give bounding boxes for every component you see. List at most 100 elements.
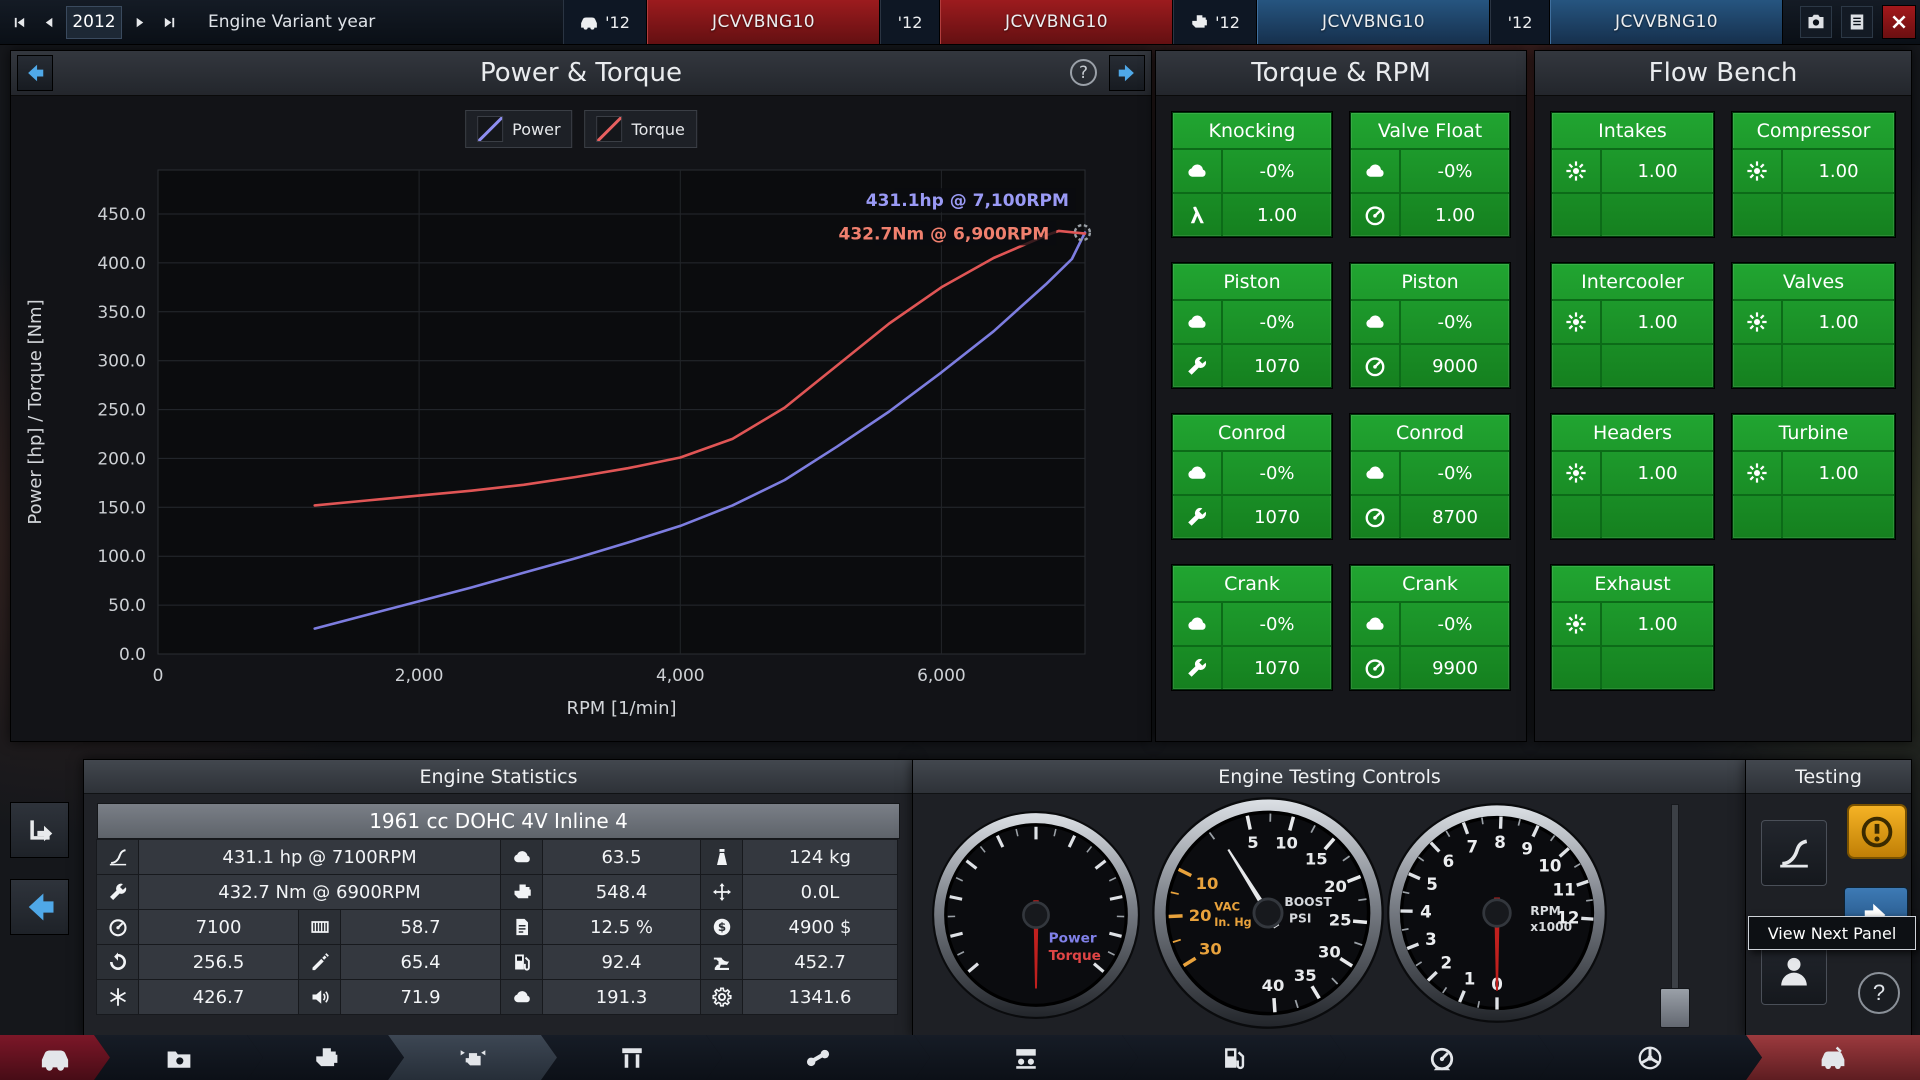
warning-icon	[1860, 815, 1894, 849]
toolbar-tab-aspiration[interactable]	[1538, 1035, 1762, 1080]
chart-panel-header: Power & Torque ?	[11, 51, 1151, 96]
service-icon	[310, 952, 330, 972]
year-skip-back-button[interactable]	[6, 7, 32, 37]
card-row	[1552, 343, 1713, 387]
close-button[interactable]	[1882, 5, 1916, 39]
flow-icon	[1746, 462, 1768, 484]
screenshot-button[interactable]	[1800, 6, 1832, 38]
svg-text:8: 8	[1494, 833, 1506, 852]
power-torque-panel: Power & Torque ? 0.0 50.0 100.0 150.0 200.0 2…	[10, 50, 1152, 742]
engine-testing-controls-body: Power Torque 5 10 15 20 25 30 35 40 10 20 30 VAC In. H…	[913, 794, 1746, 1037]
plot-mode-button[interactable]	[10, 802, 69, 858]
rpm-limit-icon	[1364, 355, 1386, 377]
svg-text:450.0: 450.0	[97, 205, 146, 225]
card-icon-cell	[1552, 496, 1602, 538]
card-title: Crank	[1351, 566, 1509, 603]
stat-icon-cell	[500, 839, 543, 875]
svg-text:BOOST: BOOST	[1284, 895, 1332, 909]
card-value: 1.00	[1637, 160, 1678, 182]
svg-text:Power: Power	[1049, 930, 1097, 946]
card-title: Conrod	[1351, 415, 1509, 452]
report-button[interactable]	[1841, 6, 1873, 38]
svg-text:50.0: 50.0	[108, 596, 146, 616]
card-title: Conrod	[1173, 415, 1331, 452]
svg-text:3: 3	[1425, 930, 1437, 949]
engine-testing-controls-panel: Engine Testing Controls Power Torque 5 10 15…	[912, 759, 1747, 1037]
card-row: 9000	[1351, 343, 1509, 387]
toolbar-tab-engine-family[interactable]	[94, 1035, 263, 1080]
legend-power[interactable]: Power	[465, 110, 573, 148]
card-row: 1.00	[1552, 301, 1713, 343]
card-icon-cell	[1351, 301, 1401, 343]
stat-icon-cell	[500, 874, 543, 910]
chart-back-button[interactable]	[17, 55, 53, 91]
svg-text:100.0: 100.0	[97, 547, 146, 567]
rpm-icon	[108, 917, 128, 937]
svg-text:Power [hp] / Torque [Nm]: Power [hp] / Torque [Nm]	[25, 299, 46, 524]
top-tab-1-name[interactable]: JCVVBNG10	[647, 0, 880, 44]
card-row	[1733, 343, 1894, 387]
toolbar-tab-test-drive[interactable]	[1746, 1035, 1920, 1080]
card-row: -0%	[1351, 150, 1509, 192]
warning-button[interactable]	[1847, 804, 1907, 859]
stat-value: 432.7 Nm @ 6900RPM	[138, 874, 501, 910]
fuel-icon	[512, 952, 532, 972]
crank-icon	[805, 1045, 831, 1071]
stat-value: 426.7	[138, 979, 299, 1015]
knock-icon	[1186, 160, 1208, 182]
dyno-icon	[1429, 1045, 1455, 1071]
toolbar-tab-home[interactable]	[0, 1035, 110, 1080]
chart-next-button[interactable]	[1109, 55, 1145, 91]
year-skip-forward-button[interactable]	[156, 7, 182, 37]
cooling-icon	[108, 987, 128, 1007]
top-tab-5-name[interactable]: JCVVBNG10	[1257, 0, 1490, 44]
toolbar-tab-fuel-system[interactable]	[1122, 1035, 1346, 1080]
power-torque-chart: 0.0 50.0 100.0 150.0 200.0 250.0 300.0 350.0 400…	[25, 169, 1092, 719]
card-icon-cell	[1552, 301, 1602, 343]
card-icon-cell	[1552, 603, 1602, 645]
top-bar-actions	[1800, 0, 1916, 44]
slider-handle[interactable]	[1660, 988, 1690, 1028]
stat-icon-cell	[298, 944, 341, 980]
card-row	[1552, 494, 1713, 538]
toolbar-tab-crankshaft[interactable]	[706, 1035, 930, 1080]
back-button[interactable]	[10, 879, 69, 935]
top-tab-3-name[interactable]: JCVVBNG10	[940, 0, 1173, 44]
toolbar-tab-dyno[interactable]	[1330, 1035, 1554, 1080]
chart-help-button[interactable]: ?	[1070, 59, 1097, 86]
top-tab-4-icon-year[interactable]: '12	[1173, 0, 1257, 44]
dyno-plot-button[interactable]	[1761, 820, 1827, 886]
top-tab-6-year[interactable]: '12	[1490, 0, 1550, 44]
top-tab-0-icon-year[interactable]: '12	[563, 0, 647, 44]
tr-card-conrod-4: Conrod -0% 1070	[1172, 414, 1332, 539]
chart-mount: 0.0 50.0 100.0 150.0 200.0 250.0 300.0 350.0 400…	[11, 96, 1151, 746]
toolbar-tab-bottom-end[interactable]	[541, 1035, 722, 1080]
driver-icon	[1776, 954, 1812, 990]
svg-text:9: 9	[1521, 840, 1533, 859]
toolbar-tab-engine-top[interactable]	[247, 1035, 404, 1080]
toolbar-tab-engine-variant[interactable]	[388, 1035, 557, 1080]
year-step-forward-button[interactable]	[126, 7, 152, 37]
help-button[interactable]: ?	[1858, 972, 1900, 1014]
chart-legend: Power Torque	[465, 110, 697, 148]
boost-vacuum-gauge: 510152025303540102030VACIn. HgBOOSTPSI	[1152, 797, 1384, 1029]
toolbar-tab-valvetrain[interactable]	[914, 1035, 1138, 1080]
valvetrain-icon	[1013, 1045, 1039, 1071]
svg-text:11: 11	[1552, 880, 1575, 899]
svg-text:30: 30	[1318, 942, 1341, 961]
top-tab-2-year[interactable]: '12	[880, 0, 940, 44]
svg-text:x1000: x1000	[1530, 920, 1572, 934]
legend-torque[interactable]: Torque	[584, 110, 697, 148]
card-value	[1783, 194, 1894, 236]
stat-value: 7100	[138, 909, 299, 945]
fb-card-valves-3: Valves 1.00	[1732, 263, 1895, 388]
card-icon-cell	[1173, 603, 1223, 645]
card-icon-cell	[1351, 452, 1401, 494]
knock-icon	[1364, 160, 1386, 182]
plot-icon	[26, 816, 54, 844]
svg-text:431.1hp @ 7,100RPM: 431.1hp @ 7,100RPM	[866, 191, 1069, 211]
year-step-back-button[interactable]	[36, 7, 62, 37]
stat-icon-cell	[298, 909, 341, 945]
top-tab-7-name[interactable]: JCVVBNG10	[1550, 0, 1783, 44]
knock-icon	[1364, 311, 1386, 333]
